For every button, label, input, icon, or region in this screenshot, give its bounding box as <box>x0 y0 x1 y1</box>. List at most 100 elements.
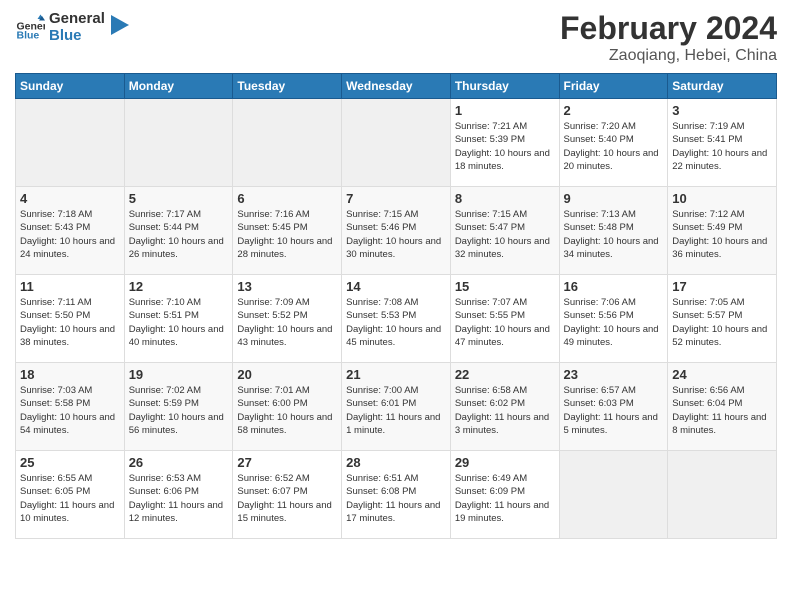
day-info: Sunrise: 7:07 AMSunset: 5:55 PMDaylight:… <box>455 296 555 349</box>
day-info: Sunrise: 6:53 AMSunset: 6:06 PMDaylight:… <box>129 472 229 525</box>
day-number: 8 <box>455 191 555 206</box>
logo-icon: General Blue <box>15 13 45 43</box>
calendar-cell <box>16 99 125 187</box>
calendar-cell: 11 Sunrise: 7:11 AMSunset: 5:50 PMDayligh… <box>16 275 125 363</box>
logo-arrow <box>111 10 131 45</box>
day-info: Sunrise: 7:16 AMSunset: 5:45 PMDaylight:… <box>237 208 337 261</box>
calendar-cell: 17 Sunrise: 7:05 AMSunset: 5:57 PMDayligh… <box>668 275 777 363</box>
day-number: 4 <box>20 191 120 206</box>
calendar-cell <box>233 99 342 187</box>
calendar-cell: 5Sunrise: 7:17 AMSunset: 5:44 PMDaylight… <box>124 187 233 275</box>
day-number: 26 <box>129 455 229 470</box>
calendar-cell: 1 Sunrise: 7:21 AMSunset: 5:39 PMDaylight… <box>450 99 559 187</box>
calendar-cell: 21Sunrise: 7:00 AMSunset: 6:01 PMDayligh… <box>342 363 451 451</box>
calendar-cell: 20Sunrise: 7:01 AMSunset: 6:00 PMDayligh… <box>233 363 342 451</box>
week-row-5: 25 Sunrise: 6:55 AMSunset: 6:05 PMDayligh… <box>16 451 777 539</box>
day-number: 10 <box>672 191 772 206</box>
calendar-cell: 6 Sunrise: 7:16 AMSunset: 5:45 PMDaylight… <box>233 187 342 275</box>
day-number: 9 <box>564 191 664 206</box>
day-info: Sunrise: 7:15 AMSunset: 5:47 PMDaylight:… <box>455 208 555 261</box>
calendar: Sunday Monday Tuesday Wednesday Thursday… <box>15 73 777 539</box>
calendar-cell <box>668 451 777 539</box>
day-number: 24 <box>672 367 772 382</box>
day-number: 7 <box>346 191 446 206</box>
day-number: 1 <box>455 103 555 118</box>
day-info: Sunrise: 6:49 AMSunset: 6:09 PMDaylight:… <box>455 472 555 525</box>
day-number: 29 <box>455 455 555 470</box>
day-number: 2 <box>564 103 664 118</box>
day-info: Sunrise: 7:12 AMSunset: 5:49 PMDaylight:… <box>672 208 772 261</box>
logo-wordmark: General Blue <box>49 11 105 44</box>
calendar-cell: 9 Sunrise: 7:13 AMSunset: 5:48 PMDaylight… <box>559 187 668 275</box>
calendar-cell: 22Sunrise: 6:58 AMSunset: 6:02 PMDayligh… <box>450 363 559 451</box>
page-container: General Blue General Blue February 2024 … <box>0 0 792 612</box>
day-info: Sunrise: 6:57 AMSunset: 6:03 PMDaylight:… <box>564 384 664 437</box>
day-info: Sunrise: 7:09 AMSunset: 5:52 PMDaylight:… <box>237 296 337 349</box>
day-info: Sunrise: 7:20 AMSunset: 5:40 PMDaylight:… <box>564 120 664 173</box>
day-info: Sunrise: 7:18 AMSunset: 5:43 PMDaylight:… <box>20 208 120 261</box>
calendar-cell: 7 Sunrise: 7:15 AMSunset: 5:46 PMDaylight… <box>342 187 451 275</box>
day-info: Sunrise: 6:56 AMSunset: 6:04 PMDaylight:… <box>672 384 772 437</box>
day-number: 25 <box>20 455 120 470</box>
calendar-cell: 27Sunrise: 6:52 AMSunset: 6:07 PMDayligh… <box>233 451 342 539</box>
day-info: Sunrise: 7:19 AMSunset: 5:41 PMDaylight:… <box>672 120 772 173</box>
header-wednesday: Wednesday <box>342 74 451 99</box>
week-row-1: 1 Sunrise: 7:21 AMSunset: 5:39 PMDaylight… <box>16 99 777 187</box>
calendar-cell: 23 Sunrise: 6:57 AMSunset: 6:03 PMDayligh… <box>559 363 668 451</box>
calendar-header-row: Sunday Monday Tuesday Wednesday Thursday… <box>16 74 777 99</box>
title-area: February 2024 Zaoqiang, Hebei, China <box>560 10 777 65</box>
day-info: Sunrise: 7:10 AMSunset: 5:51 PMDaylight:… <box>129 296 229 349</box>
day-info: Sunrise: 7:21 AMSunset: 5:39 PMDaylight:… <box>455 120 555 173</box>
day-info: Sunrise: 7:00 AMSunset: 6:01 PMDaylight:… <box>346 384 446 437</box>
day-info: Sunrise: 6:55 AMSunset: 6:05 PMDaylight:… <box>20 472 120 525</box>
day-info: Sunrise: 7:15 AMSunset: 5:46 PMDaylight:… <box>346 208 446 261</box>
header-monday: Monday <box>124 74 233 99</box>
day-number: 22 <box>455 367 555 382</box>
day-info: Sunrise: 7:11 AMSunset: 5:50 PMDaylight:… <box>20 296 120 349</box>
week-row-2: 4 Sunrise: 7:18 AMSunset: 5:43 PMDaylight… <box>16 187 777 275</box>
day-info: Sunrise: 6:51 AMSunset: 6:08 PMDaylight:… <box>346 472 446 525</box>
calendar-cell: 15Sunrise: 7:07 AMSunset: 5:55 PMDayligh… <box>450 275 559 363</box>
header-sunday: Sunday <box>16 74 125 99</box>
day-number: 13 <box>237 279 337 294</box>
calendar-cell: 26 Sunrise: 6:53 AMSunset: 6:06 PMDayligh… <box>124 451 233 539</box>
calendar-cell: 24 Sunrise: 6:56 AMSunset: 6:04 PMDayligh… <box>668 363 777 451</box>
day-number: 11 <box>20 279 120 294</box>
day-number: 16 <box>564 279 664 294</box>
day-number: 5 <box>129 191 229 206</box>
calendar-cell: 12Sunrise: 7:10 AMSunset: 5:51 PMDayligh… <box>124 275 233 363</box>
day-number: 23 <box>564 367 664 382</box>
header-saturday: Saturday <box>668 74 777 99</box>
header-tuesday: Tuesday <box>233 74 342 99</box>
calendar-cell <box>124 99 233 187</box>
calendar-cell: 18Sunrise: 7:03 AMSunset: 5:58 PMDayligh… <box>16 363 125 451</box>
month-title: February 2024 <box>560 10 777 47</box>
day-info: Sunrise: 7:02 AMSunset: 5:59 PMDaylight:… <box>129 384 229 437</box>
svg-text:Blue: Blue <box>17 29 40 41</box>
calendar-cell: 25 Sunrise: 6:55 AMSunset: 6:05 PMDayligh… <box>16 451 125 539</box>
day-number: 17 <box>672 279 772 294</box>
day-number: 3 <box>672 103 772 118</box>
day-info: Sunrise: 7:13 AMSunset: 5:48 PMDaylight:… <box>564 208 664 261</box>
calendar-cell: 28 Sunrise: 6:51 AMSunset: 6:08 PMDayligh… <box>342 451 451 539</box>
calendar-cell <box>559 451 668 539</box>
calendar-cell: 3 Sunrise: 7:19 AMSunset: 5:41 PMDaylight… <box>668 99 777 187</box>
day-number: 20 <box>237 367 337 382</box>
header-friday: Friday <box>559 74 668 99</box>
day-info: Sunrise: 7:08 AMSunset: 5:53 PMDaylight:… <box>346 296 446 349</box>
day-number: 6 <box>237 191 337 206</box>
day-info: Sunrise: 7:06 AMSunset: 5:56 PMDaylight:… <box>564 296 664 349</box>
day-number: 19 <box>129 367 229 382</box>
day-number: 14 <box>346 279 446 294</box>
calendar-cell: 8 Sunrise: 7:15 AMSunset: 5:47 PMDaylight… <box>450 187 559 275</box>
header: General Blue General Blue February 2024 … <box>15 10 777 65</box>
day-info: Sunrise: 7:05 AMSunset: 5:57 PMDaylight:… <box>672 296 772 349</box>
calendar-cell: 2 Sunrise: 7:20 AMSunset: 5:40 PMDaylight… <box>559 99 668 187</box>
calendar-cell: 16 Sunrise: 7:06 AMSunset: 5:56 PMDayligh… <box>559 275 668 363</box>
logo: General Blue General Blue <box>15 10 131 45</box>
calendar-cell: 4 Sunrise: 7:18 AMSunset: 5:43 PMDaylight… <box>16 187 125 275</box>
header-thursday: Thursday <box>450 74 559 99</box>
location: Zaoqiang, Hebei, China <box>560 47 777 65</box>
calendar-cell: 19 Sunrise: 7:02 AMSunset: 5:59 PMDayligh… <box>124 363 233 451</box>
day-number: 28 <box>346 455 446 470</box>
